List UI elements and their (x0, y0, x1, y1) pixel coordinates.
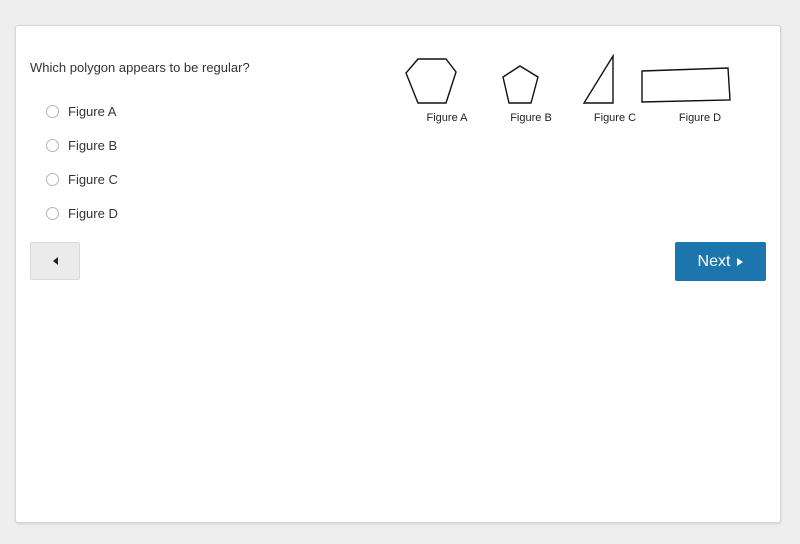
radio-button[interactable] (46, 104, 59, 118)
radio-button[interactable] (46, 138, 59, 152)
option-figure-a[interactable]: Figure A (46, 94, 118, 128)
triangle-right-icon (737, 257, 744, 266)
triangle-left-icon (52, 257, 58, 265)
radio-button[interactable] (46, 172, 59, 186)
question-card: Which polygon appears to be regular? Fig… (15, 25, 781, 523)
figure-b-pentagon (502, 65, 539, 104)
option-figure-c[interactable]: Figure C (46, 162, 118, 196)
figure-b-label: Figure B (510, 112, 552, 124)
option-label: Figure D (68, 205, 118, 221)
option-label: Figure A (68, 103, 117, 119)
radio-button[interactable] (46, 206, 59, 220)
answer-options: Figure A Figure B Figure C Figure D (46, 94, 118, 230)
previous-button[interactable] (30, 242, 80, 280)
option-figure-d[interactable]: Figure D (46, 196, 118, 230)
figure-a-hexagon (405, 58, 457, 104)
question-prompt: Which polygon appears to be regular? (30, 60, 250, 75)
next-button[interactable]: Next (675, 242, 766, 281)
option-figure-b[interactable]: Figure B (46, 128, 118, 162)
next-button-label: Next (697, 252, 731, 270)
figure-d-label: Figure D (678, 112, 722, 124)
figure-c-label: Figure C (593, 112, 637, 124)
option-label: Figure C (68, 171, 118, 187)
figures-image: Figure A Figure B Figure C Figure D (404, 54, 744, 134)
option-label: Figure B (68, 137, 118, 153)
figure-a-label: Figure A (426, 112, 468, 124)
figure-d-quadrilateral (641, 67, 731, 103)
figure-c-triangle (582, 54, 614, 104)
